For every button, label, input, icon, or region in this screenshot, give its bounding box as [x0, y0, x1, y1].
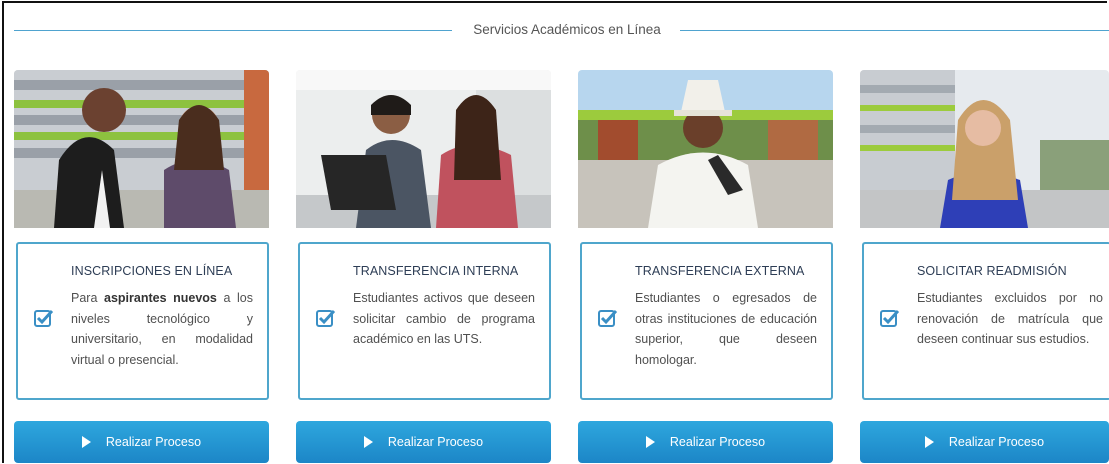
card-info-box: TRANSFERENCIA INTERNA Estudiantes activo… [298, 242, 551, 400]
card-heading: TRANSFERENCIA INTERNA [353, 264, 519, 278]
card-photo-man-hat [578, 70, 833, 228]
section-header: Servicios Académicos en Línea [14, 18, 1109, 44]
card-description: Para aspirantes nuevos a los niveles tec… [71, 291, 253, 367]
card-description: Estudiantes o egresados de otras institu… [635, 291, 817, 367]
card-inscripciones: INSCRIPCIONES EN LÍNEA Para aspirantes n… [14, 70, 269, 463]
realizar-proceso-button-transferencia-interna[interactable]: Realizar Proceso [296, 421, 551, 463]
header-line-right [680, 30, 1109, 31]
play-icon [81, 436, 91, 448]
header-line-left [14, 30, 452, 31]
checkbox-checked-icon [316, 309, 336, 327]
card-description: Estudiantes excluidos por no renovación … [917, 291, 1103, 346]
button-label: Realizar Proceso [669, 435, 766, 449]
checkbox-checked-icon [598, 309, 618, 327]
card-info-box: INSCRIPCIONES EN LÍNEA Para aspirantes n… [16, 242, 269, 400]
card-photo-laptop [296, 70, 551, 228]
checkbox-checked-icon [34, 309, 54, 327]
button-label: Realizar Proceso [948, 435, 1045, 449]
realizar-proceso-button-inscripciones[interactable]: Realizar Proceso [14, 421, 269, 463]
button-label: Realizar Proceso [387, 435, 484, 449]
card-heading: INSCRIPCIONES EN LÍNEA [71, 264, 233, 278]
card-transferencia-externa: TRANSFERENCIA EXTERNA Estudiantes o egre… [578, 70, 833, 463]
realizar-proceso-button-readmision[interactable]: Realizar Proceso [860, 421, 1109, 463]
play-icon [924, 436, 934, 448]
section-title: Servicios Académicos en Línea [473, 22, 661, 37]
card-transferencia-interna: TRANSFERENCIA INTERNA Estudiantes activo… [296, 70, 551, 463]
card-info-box: SOLICITAR READMISIÓN Estudiantes excluid… [862, 242, 1109, 400]
card-heading: TRANSFERENCIA EXTERNA [635, 264, 805, 278]
realizar-proceso-button-transferencia-externa[interactable]: Realizar Proceso [578, 421, 833, 463]
checkbox-checked-icon [880, 309, 900, 327]
play-icon [645, 436, 655, 448]
card-heading: SOLICITAR READMISIÓN [917, 264, 1067, 278]
card-solicitar-readmision: SOLICITAR READMISIÓN Estudiantes excluid… [860, 70, 1109, 463]
card-info-box: TRANSFERENCIA EXTERNA Estudiantes o egre… [580, 242, 833, 400]
card-photo-students [14, 70, 269, 228]
button-label: Realizar Proceso [105, 435, 202, 449]
play-icon [363, 436, 373, 448]
card-description: Estudiantes activos que deseen solicitar… [353, 291, 535, 346]
card-photo-woman [860, 70, 1109, 228]
